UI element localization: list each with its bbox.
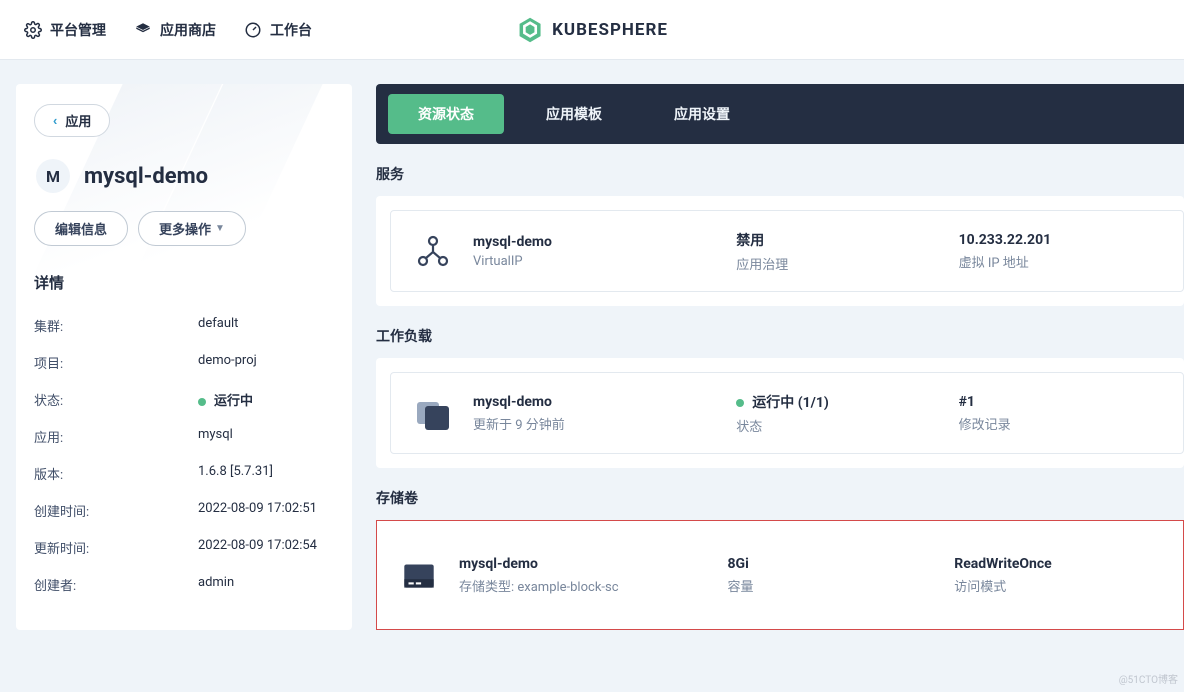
services-section: 服务 mysql-demo VirtualIP 禁用应用治理 10.233.22.… [376,164,1184,306]
detail-row: 版本:1.6.8 [5.7.31] [34,455,334,492]
detail-row: 应用:mysql [34,418,334,455]
volume-card[interactable]: mysql-demo 存储类型: example-block-sc 8Gi 容量 R… [391,535,1169,615]
back-button[interactable]: ‹ 应用 [34,104,110,137]
more-actions-button[interactable]: 更多操作 ▼ [138,211,246,246]
service-card[interactable]: mysql-demo VirtualIP 禁用应用治理 10.233.22.201… [390,210,1184,292]
storage-icon [397,553,441,597]
service-ip: 10.233.22.201 [959,232,1163,248]
network-icon [411,229,455,273]
more-actions-label: 更多操作 [159,219,211,238]
detail-row: 创建时间:2022-08-09 17:02:51 [34,492,334,529]
status-dot-icon [736,399,744,407]
chevron-left-icon: ‹ [53,113,57,128]
nav-appstore-label: 应用商店 [160,20,216,40]
workloads-section: 工作负载 mysql-demo 更新于 9 分钟前 运行中 (1/1) 状态 #1 修… [376,326,1184,468]
stack-icon [134,21,152,39]
page-title: mysql-demo [84,164,208,189]
nav-platform[interactable]: 平台管理 [24,20,106,40]
nav-left: 平台管理 应用商店 工作台 [24,20,312,40]
chevron-down-icon: ▼ [215,223,225,234]
detail-row: 集群:default [34,307,334,344]
tab-app-settings[interactable]: 应用设置 [644,94,760,134]
detail-row: 项目:demo-proj [34,344,334,381]
workload-revision-label: 修改记录 [959,414,1163,433]
workload-status: 运行中 (1/1) [736,392,940,412]
tab-app-template[interactable]: 应用模板 [516,94,632,134]
service-ip-label: 虚拟 IP 地址 [959,252,1163,271]
nav-workbench[interactable]: 工作台 [244,20,312,40]
tab-bar: 资源状态 应用模板 应用设置 [376,84,1184,144]
details-header: 详情 [34,272,334,293]
service-type: VirtualIP [473,254,718,269]
top-nav: 平台管理 应用商店 工作台 KUBESPHERE [0,0,1184,60]
gauge-icon [244,21,262,39]
volume-capacity: 8Gi [728,556,937,572]
workload-card[interactable]: mysql-demo 更新于 9 分钟前 运行中 (1/1) 状态 #1 修改记录 [390,372,1184,454]
main-content: 资源状态 应用模板 应用设置 服务 mysql-demo VirtualIP 禁用… [376,84,1184,630]
watermark: @51CTO博客 [1119,671,1178,686]
edit-info-button[interactable]: 编辑信息 [34,211,128,246]
brand-logo[interactable]: KUBESPHERE [516,16,668,44]
volume-capacity-label: 容量 [728,576,937,595]
back-label: 应用 [65,111,91,130]
volumes-section: 存储卷 mysql-demo 存储类型: example-block-sc 8Gi… [376,488,1184,630]
service-governance-label: 应用治理 [736,254,940,273]
volume-storage-class: 存储类型: example-block-sc [459,576,710,595]
service-governance: 禁用 [736,230,940,250]
tab-resource-status[interactable]: 资源状态 [388,94,504,134]
services-header: 服务 [376,164,1184,184]
detail-row: 状态:运行中 [34,381,334,418]
workloads-header: 工作负载 [376,326,1184,346]
volumes-header: 存储卷 [376,488,1184,508]
details-list: 集群:default 项目:demo-proj 状态:运行中 应用:mysql … [34,307,334,603]
workload-updated: 更新于 9 分钟前 [473,414,718,433]
brand-text: KUBESPHERE [552,20,668,40]
app-badge: M [36,159,70,193]
nav-platform-label: 平台管理 [50,20,106,40]
kubesphere-icon [516,16,544,44]
workload-status-label: 状态 [736,416,940,435]
nav-workbench-label: 工作台 [270,20,312,40]
service-name: mysql-demo [473,234,718,250]
gear-icon [24,21,42,39]
status-dot-icon [198,398,206,406]
detail-row: 创建者:admin [34,566,334,603]
volume-name: mysql-demo [459,556,710,572]
detail-row: 更新时间:2022-08-09 17:02:54 [34,529,334,566]
edit-info-label: 编辑信息 [55,219,107,238]
volume-access-mode-label: 访问模式 [954,576,1163,595]
workload-name: mysql-demo [473,394,718,410]
sidebar: ‹ 应用 M mysql-demo 编辑信息 更多操作 ▼ 详情 集群:defau… [16,84,352,630]
workload-icon [411,391,455,435]
nav-appstore[interactable]: 应用商店 [134,20,216,40]
workload-revision: #1 [959,394,1163,410]
volume-access-mode: ReadWriteOnce [954,556,1163,572]
